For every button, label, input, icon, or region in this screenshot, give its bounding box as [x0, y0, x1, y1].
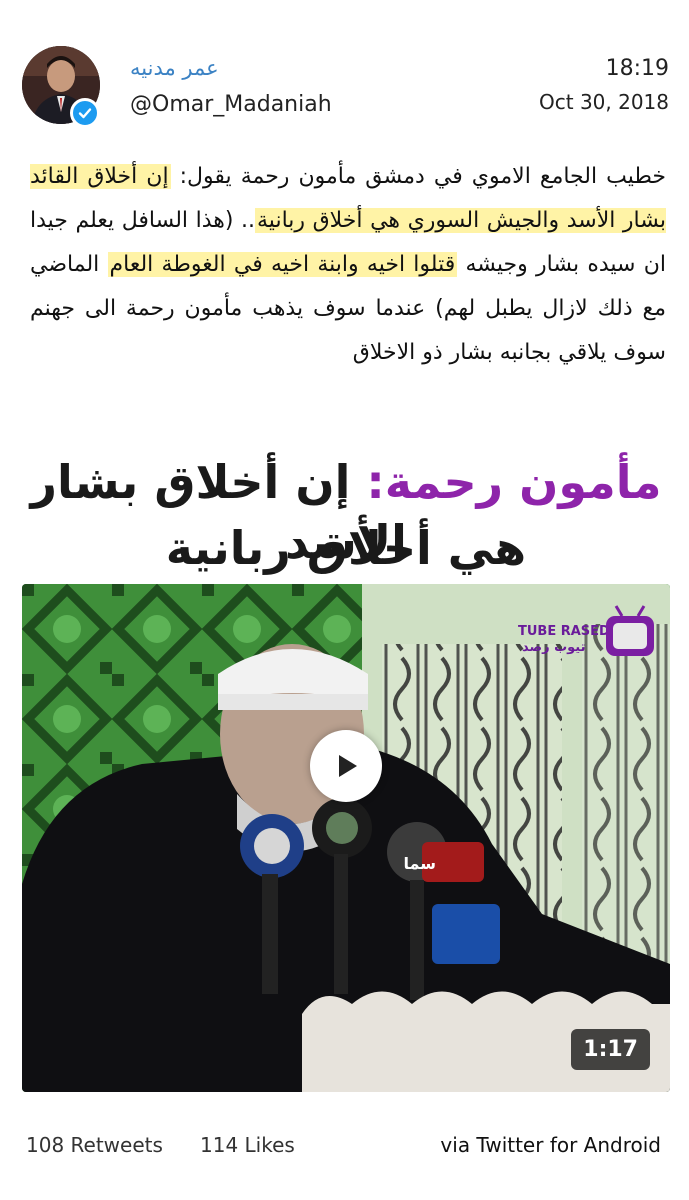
tweet-media[interactable]: مأمون رحمة: إن أخلاق بشار الأسد هي أخلاق… — [22, 440, 670, 1092]
tv-logo-icon — [606, 605, 654, 656]
verified-badge-icon — [70, 98, 100, 128]
tweet-date: Oct 30, 2018 — [539, 90, 669, 114]
play-icon — [339, 755, 357, 777]
video-duration-badge: 1:17 — [571, 1029, 650, 1070]
tweet-header: عمر مدنيه @Omar_Madaniah 18:19 Oct 30, 2… — [0, 0, 689, 140]
user-handle[interactable]: @Omar_Madaniah — [130, 92, 332, 117]
display-name[interactable]: عمر مدنيه — [130, 56, 219, 80]
tweet-text: خطيب الجامع الاموي في دمشق مأمون رحمة يق… — [30, 155, 667, 375]
tweet-footer: 108 Retweets 114 Likes via Twitter for A… — [0, 1125, 689, 1169]
media-title-speaker: مأمون رحمة: — [366, 455, 662, 509]
watermark-ar: تيوب رصد — [522, 640, 586, 655]
mic-label: سما — [404, 854, 436, 873]
tweet-text-part: خطيب الجامع الاموي في دمشق مأمون رحمة يق… — [170, 164, 667, 189]
tweet-text-highlight: قتلوا اخيه وابنة اخيه في الغوطة العام — [107, 252, 458, 277]
play-button[interactable] — [310, 730, 382, 802]
media-title-card: مأمون رحمة: إن أخلاق بشار الأسد هي أخلاق… — [22, 440, 670, 582]
likes-count[interactable]: 114 Likes — [200, 1133, 295, 1157]
tweet-source[interactable]: via Twitter for Android — [440, 1133, 661, 1157]
video-player[interactable]: سما TUBE RASED تيوب رصد 1:17 — [22, 584, 670, 1092]
watermark-en: TUBE RASED — [518, 624, 610, 639]
media-title-line2: هي أخلاق ربانية — [165, 521, 527, 575]
channel-watermark: TUBE RASED تيوب رصد — [518, 594, 668, 674]
tweet-time: 18:19 — [605, 56, 669, 81]
retweets-count[interactable]: 108 Retweets — [26, 1133, 163, 1157]
